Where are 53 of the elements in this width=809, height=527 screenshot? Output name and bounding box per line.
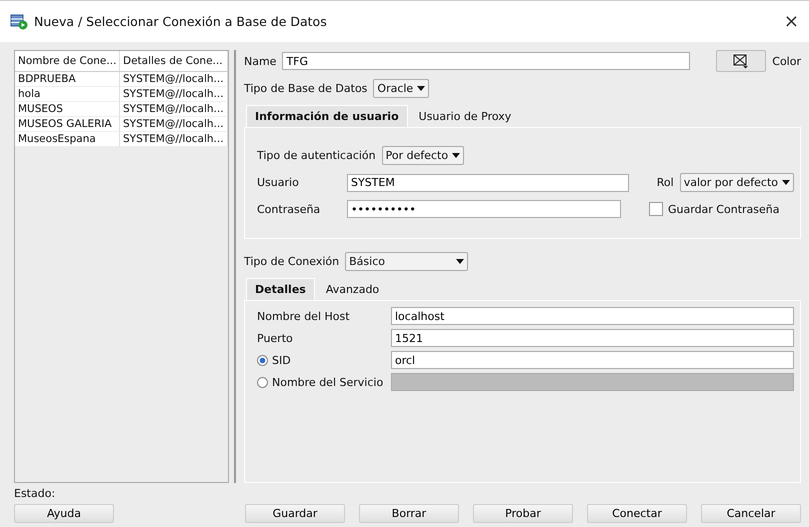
close-button[interactable]: × — [784, 11, 799, 32]
window-title: Nueva / Seleccionar Conexión a Base de Datos — [34, 14, 328, 29]
tab[interactable]: Usuario de Proxy — [410, 105, 520, 127]
color-picker-button[interactable] — [716, 50, 766, 72]
field-label: Contraseña — [257, 202, 322, 216]
authentication-dropdown[interactable]: Por defecto — [382, 146, 464, 165]
table-cell[interactable]: hola — [15, 87, 120, 102]
dialog-button[interactable]: Ayuda — [14, 504, 114, 523]
dialog-button[interactable]: Guardar — [245, 504, 345, 523]
user-field[interactable]: SYSTEM — [347, 174, 629, 192]
field-label: Rol — [656, 176, 674, 189]
field-label: Name — [244, 54, 276, 68]
tab[interactable]: Información de usuario — [246, 105, 408, 127]
role-dropdown[interactable]: valor por defecto — [680, 173, 794, 192]
color-swatch-icon — [733, 54, 750, 68]
column-header[interactable]: Nombre de Cone... — [15, 51, 120, 72]
table-cell[interactable]: SYSTEM@//localh... — [120, 72, 228, 87]
input-field[interactable]: localhost — [391, 307, 794, 325]
field-label: Tipo de Base de Datos — [244, 82, 368, 95]
table-cell[interactable]: SYSTEM@//localh... — [120, 87, 228, 102]
dialog-button[interactable]: Probar — [473, 504, 573, 523]
input-field[interactable]: 1521 — [391, 329, 794, 347]
field-label: Usuario — [257, 176, 300, 189]
connection-type-dropdown[interactable]: Básico — [345, 252, 468, 271]
field-label: SID — [272, 354, 291, 366]
dialog-button[interactable]: Borrar — [359, 504, 459, 523]
field-label: Tipo de Conexión — [244, 255, 340, 268]
status-label: Estado: — [14, 487, 56, 500]
dialog-button[interactable]: Cancelar — [701, 504, 801, 523]
dialog-button[interactable]: Conectar — [587, 504, 687, 523]
checkbox-label: Guardar Contraseña — [668, 202, 780, 216]
field-label: Tipo de autenticación — [257, 149, 376, 162]
table-cell[interactable]: SYSTEM@//localh... — [120, 117, 228, 132]
field-label: Nombre del Host — [257, 310, 350, 322]
input-field[interactable]: orcl — [391, 351, 794, 369]
field-label: Puerto — [257, 332, 293, 344]
table-cell[interactable]: SYSTEM@//localh... — [120, 102, 228, 117]
color-label: Color — [772, 54, 801, 68]
table-cell[interactable]: MUSEOS GALERIA — [15, 117, 120, 132]
name-field[interactable]: TFG — [282, 52, 690, 70]
checkbox[interactable] — [649, 202, 663, 216]
password-field[interactable]: •••••••••• — [347, 200, 621, 218]
column-header[interactable]: Detalles de Cone... — [120, 51, 228, 72]
radio-button[interactable] — [257, 354, 268, 366]
database-type-dropdown[interactable]: Oracle — [373, 79, 430, 98]
database-app-icon — [10, 14, 28, 30]
tab[interactable]: Detalles — [246, 278, 315, 300]
table-cell[interactable]: SYSTEM@//localh... — [120, 132, 228, 147]
table-cell[interactable]: MuseosEspana — [15, 132, 120, 147]
table-cell[interactable]: MUSEOS — [15, 102, 120, 117]
field-label: Nombre del Servicio — [272, 376, 384, 388]
tab[interactable]: Avanzado — [316, 278, 388, 300]
table-cell[interactable]: BDPRUEBA — [15, 72, 120, 87]
